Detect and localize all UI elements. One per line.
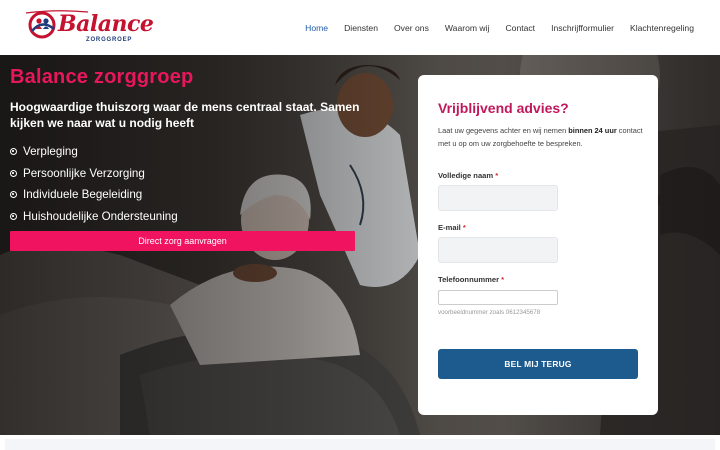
- service-label: Persoonlijke Verzorging: [23, 166, 145, 180]
- service-label: Individuele Begeleiding: [23, 188, 143, 202]
- hero-subtitle: Hoogwaardige thuiszorg waar de mens cent…: [10, 100, 360, 130]
- service-item: Verpleging: [10, 141, 178, 163]
- phone-hint: voorbeeldnummer zoals 0612345678: [438, 309, 541, 316]
- form-title: Vrijblijvend advies?: [438, 100, 569, 116]
- hero-title: Balance zorggroep: [10, 66, 194, 88]
- next-section-edge: [0, 435, 720, 450]
- nav-item-diensten[interactable]: Diensten: [336, 23, 386, 33]
- form-desc-emphasis: binnen 24 uur: [568, 126, 617, 135]
- required-mark: *: [501, 275, 505, 284]
- brand-logo[interactable]: Balance ZORGGROEP: [26, 9, 154, 45]
- service-item: Persoonlijke Verzorging: [10, 163, 178, 185]
- phone-label: Telefoonnummer *: [438, 275, 504, 284]
- form-description: Laat uw gegevens achter en wij nemen bin…: [438, 125, 644, 150]
- logo-swoosh-icon: [26, 10, 88, 14]
- circle-bullet-icon: [10, 169, 17, 177]
- nav-item-klachtenregeling[interactable]: Klachtenregeling: [622, 23, 702, 33]
- name-label-text: Volledige naam: [438, 171, 494, 180]
- required-mark: *: [495, 171, 499, 180]
- call-me-back-button[interactable]: BEL MIJ TERUG: [438, 349, 638, 379]
- service-label: Verpleging: [23, 145, 78, 159]
- services-list: Verpleging Persoonlijke Verzorging Indiv…: [10, 141, 178, 227]
- circle-bullet-icon: [10, 191, 17, 199]
- phone-input[interactable]: [438, 290, 558, 305]
- nav-item-waarom-wij[interactable]: Waarom wij: [437, 23, 498, 33]
- circle-bullet-icon: [10, 148, 17, 156]
- nav-item-inschrijfformulier[interactable]: Inschrijfformulier: [543, 23, 622, 33]
- hero-section: Balance zorggroep Hoogwaardige thuiszorg…: [0, 55, 720, 435]
- brand-tagline: ZORGGROEP: [86, 37, 133, 43]
- nav-item-contact[interactable]: Contact: [497, 23, 543, 33]
- service-item: Individuele Begeleiding: [10, 184, 178, 206]
- required-mark: *: [462, 223, 466, 232]
- service-label: Huishoudelijke Ondersteuning: [23, 209, 178, 223]
- nav-item-home[interactable]: Home: [297, 23, 336, 33]
- next-section-panel: [5, 439, 715, 450]
- nav-item-over-ons[interactable]: Over ons: [386, 23, 437, 33]
- site-header: Balance ZORGGROEP Home Diensten Over ons…: [0, 0, 720, 55]
- form-desc-text: Laat uw gegevens achter en wij nemen: [438, 126, 569, 135]
- request-care-button[interactable]: Direct zorg aanvragen: [10, 231, 355, 251]
- service-item: Huishoudelijke Ondersteuning: [10, 206, 178, 228]
- email-label-text: E-mail: [438, 223, 461, 232]
- phone-label-text: Telefoonnummer: [438, 275, 500, 284]
- circle-bullet-icon: [10, 212, 17, 220]
- email-label: E-mail *: [438, 223, 466, 232]
- name-label: Volledige naam *: [438, 171, 498, 180]
- main-nav: Home Diensten Over ons Waarom wij Contac…: [297, 0, 702, 55]
- email-input[interactable]: [438, 237, 558, 263]
- full-name-input[interactable]: [438, 185, 558, 211]
- advice-form-card: Vrijblijvend advies? Laat uw gegevens ac…: [418, 75, 658, 415]
